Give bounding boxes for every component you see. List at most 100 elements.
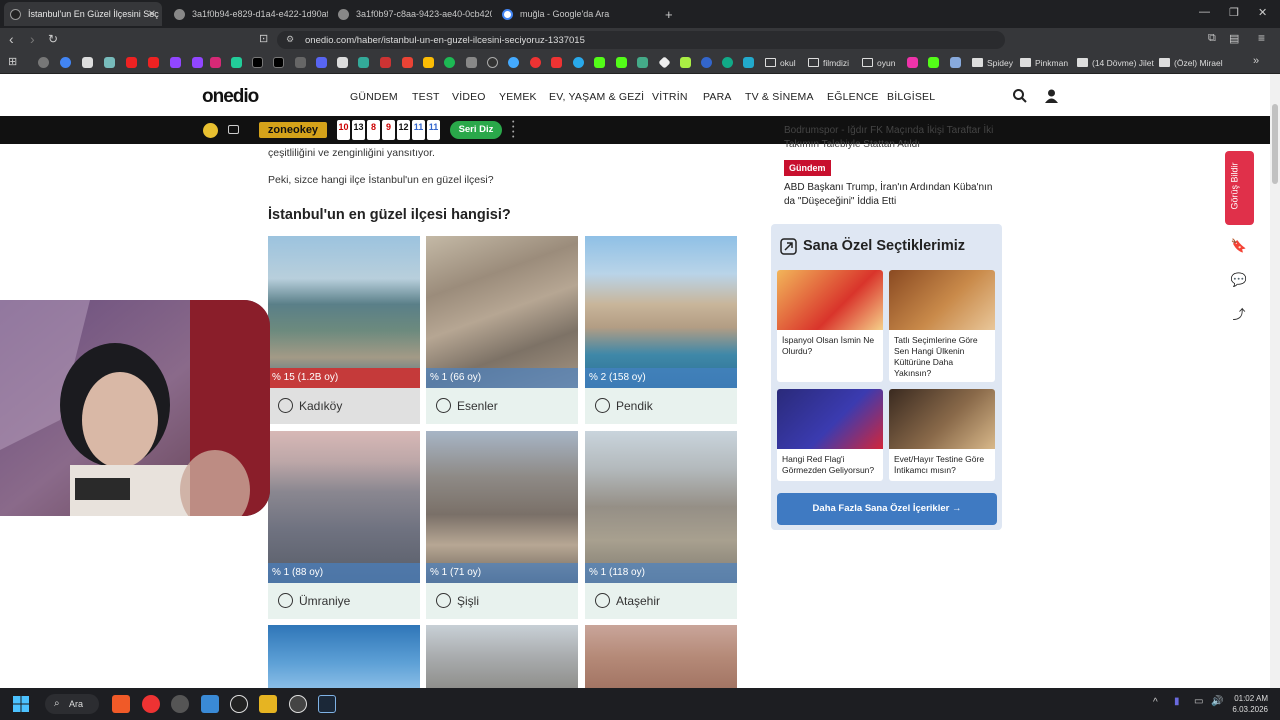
- windows-start-icon[interactable]: [13, 696, 29, 712]
- tab-uuid-2[interactable]: 3a1f0b97-c8aa-9423-ae40-0cb4209: [332, 2, 492, 26]
- nav-bilgisel[interactable]: BİLGİSEL: [887, 91, 935, 103]
- nav-para[interactable]: PARA: [703, 91, 732, 103]
- kick-icon[interactable]: [594, 57, 605, 68]
- back-icon[interactable]: ‹: [9, 31, 14, 47]
- nav-ev-yasam-gezi[interactable]: EV, YAŞAM & GEZİ: [549, 91, 644, 103]
- github-icon[interactable]: [487, 57, 498, 68]
- drive-icon[interactable]: [423, 57, 434, 68]
- tab-istanbul-poll[interactable]: İstanbul'un En Güzel İlçesini Seç ✕: [4, 2, 162, 26]
- okey-ad-banner[interactable]: zoneokey 10 13 8 9 12 11 11 Seri Diz • • •…: [0, 116, 1270, 144]
- tray-chevron-icon[interactable]: ^: [1153, 697, 1158, 708]
- instagram-icon[interactable]: [210, 57, 221, 68]
- file-explorer-taskbar-icon[interactable]: [259, 695, 277, 713]
- bookmark-icon[interactable]: [380, 57, 391, 68]
- bookmark-icon[interactable]: [508, 57, 519, 68]
- nav-video[interactable]: VİDEO: [452, 91, 486, 103]
- bookmark-icon[interactable]: [680, 57, 691, 68]
- bookmark-icon[interactable]: [743, 57, 754, 68]
- volume-icon[interactable]: 🔊: [1211, 696, 1223, 707]
- apps-grid-icon[interactable]: ⊞: [8, 55, 17, 68]
- search-icon[interactable]: [1013, 89, 1027, 103]
- poll-option-kadikoy[interactable]: % 15 (1.2B oy) Kadıköy: [268, 236, 420, 424]
- poll-option-pendik[interactable]: % 2 (158 oy) Pendik: [585, 236, 737, 424]
- bookmark-icon[interactable]: [907, 57, 918, 68]
- nav-eglence[interactable]: EĞLENCE: [827, 91, 879, 103]
- bookmark-icon[interactable]: [231, 57, 242, 68]
- menu-icon[interactable]: ≡: [1258, 31, 1265, 45]
- close-tab-icon[interactable]: ✕: [148, 9, 156, 20]
- radio-button[interactable]: [278, 398, 293, 413]
- scrollbar-thumb[interactable]: [1272, 104, 1278, 184]
- special-card[interactable]: İspanyol Olsan İsmin Ne Olurdu?: [777, 270, 883, 382]
- sidebar-toggle-icon[interactable]: ▤: [1229, 32, 1239, 45]
- news-link[interactable]: Bodrumspor - Iğdır FK Maçında İkişi Tara…: [784, 124, 1004, 150]
- bookmark-icon[interactable]: [358, 57, 369, 68]
- more-content-button[interactable]: Daha Fazla Sana Özel İçerikler →: [777, 493, 997, 525]
- x-icon[interactable]: [252, 57, 263, 68]
- special-card[interactable]: Evet/Hayır Testine Göre İntikamcı mısın?: [889, 389, 995, 481]
- app-taskbar-icon[interactable]: [289, 695, 307, 713]
- forward-icon[interactable]: ›: [30, 31, 35, 47]
- share-icon[interactable]: ⤴: [1229, 305, 1249, 325]
- category-badge[interactable]: Gündem: [784, 160, 831, 176]
- bookmark-spidey[interactable]: Spidey: [972, 58, 1013, 68]
- photos-taskbar-icon[interactable]: [201, 695, 219, 713]
- reload-icon[interactable]: ↻: [48, 32, 58, 46]
- poll-option-sisli[interactable]: % 1 (71 oy) Şişli: [426, 431, 578, 619]
- bookmark-page-icon[interactable]: ⊡: [259, 32, 268, 45]
- url-field[interactable]: ⚙ onedio.com/haber/istanbul-un-en-guzel-…: [277, 31, 1005, 49]
- taskbar-search[interactable]: ⌕ Ara: [45, 694, 99, 714]
- radio-button[interactable]: [278, 593, 293, 608]
- tiktok-icon[interactable]: [273, 57, 284, 68]
- steam-taskbar-icon[interactable]: [318, 695, 336, 713]
- obs-taskbar-icon[interactable]: [171, 695, 189, 713]
- news-link[interactable]: ABD Başkanı Trump, İran'ın Ardından Küba…: [784, 181, 1004, 209]
- bookmark-folder-okul[interactable]: okul: [765, 58, 796, 68]
- nav-tv-sinema[interactable]: TV & SİNEMA: [745, 91, 814, 103]
- new-tab-icon[interactable]: +: [665, 7, 673, 22]
- twitch-icon[interactable]: [192, 57, 203, 68]
- special-card[interactable]: Hangi Red Flag'i Görmezden Geliyorsun?: [777, 389, 883, 481]
- nav-yemek[interactable]: YEMEK: [499, 91, 537, 103]
- bookmark-icon[interactable]: [82, 57, 93, 68]
- tab-uuid-1[interactable]: 3a1f0b94-e829-d1a4-e422-1d90afb: [168, 2, 328, 26]
- poll-option-partial[interactable]: [585, 625, 737, 688]
- bookmark-icon[interactable]: [637, 57, 648, 68]
- youtube-icon[interactable]: [126, 57, 137, 68]
- app-taskbar-icon[interactable]: [230, 695, 248, 713]
- radio-button[interactable]: [436, 593, 451, 608]
- gmail-icon[interactable]: [402, 57, 413, 68]
- kick-icon[interactable]: [928, 57, 939, 68]
- bookmark-icon[interactable]: [104, 57, 115, 68]
- youtube-icon[interactable]: [148, 57, 159, 68]
- bookmark-icon[interactable]: [337, 57, 348, 68]
- bookmark-icon[interactable]: [551, 57, 562, 68]
- more-bookmarks-icon[interactable]: »: [1253, 55, 1259, 67]
- clock[interactable]: 01:02 AM 6.03.2026: [1232, 693, 1268, 715]
- site-info-icon[interactable]: ⚙: [286, 34, 294, 45]
- kick-icon[interactable]: [616, 57, 627, 68]
- special-card[interactable]: Tatlı Seçimlerine Göre Sen Hangi Ülkenin…: [889, 270, 995, 382]
- minimize-icon[interactable]: —: [1199, 6, 1210, 18]
- google-bookmark-icon[interactable]: [60, 57, 71, 68]
- poll-option-partial[interactable]: [268, 625, 420, 688]
- seri-diz-button[interactable]: Seri Diz: [450, 121, 502, 139]
- page-scrollbar[interactable]: [1270, 74, 1280, 688]
- media-player-taskbar-icon[interactable]: [142, 695, 160, 713]
- bookmark-icon[interactable]: [950, 57, 961, 68]
- poll-option-umraniye[interactable]: % 1 (88 oy) Ümraniye: [268, 431, 420, 619]
- tab-google-search[interactable]: muğla - Google'da Ara: [496, 2, 656, 26]
- spotify-icon[interactable]: [444, 57, 455, 68]
- bookmark-jilet[interactable]: (14 Dövme) Jilet: [1077, 58, 1154, 68]
- radio-button[interactable]: [595, 593, 610, 608]
- history-icon[interactable]: [38, 57, 49, 68]
- bookmark-folder-oyun[interactable]: oyun: [862, 58, 895, 68]
- maximize-icon[interactable]: ❐: [1229, 6, 1239, 19]
- nav-vitrin[interactable]: VİTRİN: [652, 91, 688, 103]
- network-icon[interactable]: ▭: [1194, 696, 1203, 707]
- tray-app-icon[interactable]: ▮: [1174, 696, 1180, 707]
- more-dots-icon[interactable]: • • • •: [512, 119, 516, 141]
- bookmark-icon[interactable]: [295, 57, 306, 68]
- poll-option-partial[interactable]: [426, 625, 578, 688]
- poll-option-esenler[interactable]: % 1 (66 oy) Esenler: [426, 236, 578, 424]
